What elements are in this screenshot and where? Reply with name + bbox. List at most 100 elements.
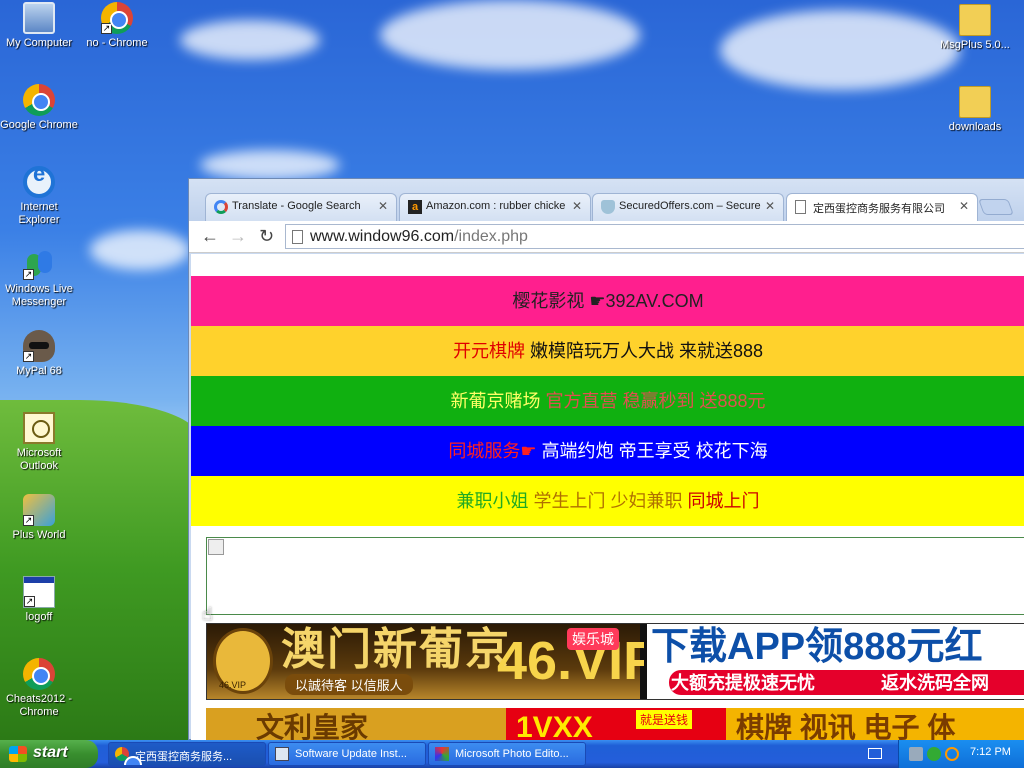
ad-white-panel: 下载APP领888元红 大额充提极速无忧 返水洗码全网 [644,624,1024,699]
forward-icon[interactable]: → [229,227,247,245]
desktop-icon-label: MyPal 68 [16,365,62,377]
desktop-icon-label: Cheats2012 - Chrome [5,693,73,718]
banner-link-sakura[interactable]: 樱花影视 ☛392AV.COM [191,276,1024,326]
chrome-icon [115,747,142,765]
back-icon[interactable]: ← [201,227,219,245]
chrome-icon: ↗ [101,2,133,34]
tab-active-page[interactable]: 定西蛋控商务服务有限公司 ✕ [786,193,978,222]
desktop-icon-no-chrome[interactable]: ↗ no - Chrome [78,2,156,50]
tab-strip: Translate - Google Search ✕ a Amazon.com… [189,179,1024,222]
shortcut-arrow-icon: ↗ [101,23,112,34]
ad2-brand: 文利皇家 [256,712,369,741]
browser-toolbar: ← → ↻ www.window96.com/index.php [189,221,1024,253]
folder-icon [959,86,991,118]
hand-cursor-icon: ☝ [202,604,213,624]
banner-text: 嫩模陪玩万人大战 来就送888 [529,341,764,361]
tab-securedoffers[interactable]: SecuredOffers.com – Secure ✕ [592,193,784,221]
ad-badge: 娱乐城 [567,628,619,650]
desktop-icon-internet-explorer[interactable]: Internet Explorer [0,166,78,227]
start-button[interactable]: start [0,740,98,768]
cloud [180,20,320,60]
reload-icon[interactable]: ↻ [259,227,274,245]
desktop-icon-label: Microsoft Outlook [16,447,62,472]
banner-text: 开元棋牌 [452,341,530,361]
ad2-left-panel: 文利皇家 [206,708,506,741]
close-tab-icon[interactable]: ✕ [378,199,388,213]
desktop-icon-label: Google Chrome [0,119,78,131]
desktop-icon-my-computer[interactable]: My Computer [0,2,78,50]
banner-link-local-service[interactable]: 同城服务☛ 高端约炮 帝王享受 校花下海 [191,426,1024,476]
folder-icon [959,4,991,36]
shortcut-arrow-icon: ↗ [24,596,35,607]
address-path: /index.php [454,228,528,245]
banner-link-casino[interactable]: 新葡京赌场 官方直营 稳赢秒到 送888元 [191,376,1024,426]
banner-link-parttime[interactable]: 兼职小姐 学生上门 少妇兼职 同城上门 [191,476,1024,526]
messenger-icon: ↗ [23,248,55,280]
amazon-icon: a [408,200,422,214]
taskbar-button-software-update[interactable]: Software Update Inst... [268,742,426,766]
plus-world-icon: ↗ [23,494,55,526]
taskbar-button-chrome[interactable]: 定西蛋控商务服务... [108,742,266,766]
shortcut-arrow-icon: ↗ [23,269,34,280]
browser-window: Translate - Google Search ✕ a Amazon.com… [188,178,1024,741]
shield-icon [601,200,615,214]
logoff-icon: ↗ [23,576,55,608]
banner-text: 同城服务☛ [448,441,542,461]
start-label: start [33,744,68,761]
banner-text: 兼职小姐 [456,491,534,511]
security-icon[interactable] [927,747,941,761]
desktop-icon-windows-live-messenger[interactable]: ↗ Windows Live Messenger [0,248,78,309]
desktop-icon-downloads[interactable]: downloads [936,86,1014,134]
search-icon[interactable] [945,747,959,761]
address-bar[interactable]: www.window96.com/index.php [285,224,1024,249]
tab-translate[interactable]: Translate - Google Search ✕ [205,193,397,221]
photo-editor-icon [435,747,449,761]
mypal-icon: ↗ [23,330,55,362]
desktop-icon-logoff[interactable]: ↗ logoff [0,576,78,624]
banner-text: 学生上门 少妇兼职 [533,491,688,511]
desktop-icon-cheats2012-chrome[interactable]: Cheats2012 - Chrome [0,658,78,719]
address-host: www.window96.com [310,228,455,245]
cloud [200,150,340,180]
desktop-icon-label: MsgPlus 5.0... [940,39,1010,51]
ad2-badge: 就是送钱 [636,710,693,729]
desktop-icon-label: downloads [948,121,1002,133]
broken-image-icon [208,539,224,555]
desktop-icon-label: Windows Live Messenger [5,283,73,308]
desktop-icon-msgplus[interactable]: MsgPlus 5.0... [936,4,1014,52]
close-tab-icon[interactable]: ✕ [959,199,969,213]
desktop-icon-microsoft-outlook[interactable]: Microsoft Outlook [0,412,78,473]
network-icon[interactable] [909,747,923,761]
banner-link-kaiyuan[interactable]: 开元棋牌 嫩模陪玩万人大战 来就送888 [191,326,1024,376]
clock[interactable]: 7:12 PM [970,746,1011,758]
desktop-icon-google-chrome[interactable]: Google Chrome [0,84,78,132]
desktop-icon-mypal[interactable]: ↗ MyPal 68 [0,330,78,378]
desktop-icon-plus-world[interactable]: ↗ Plus World [0,494,78,542]
ad-gold-panel: 46.VIP 澳门新葡京 46.VIP 娱乐城 以誠待客 以信服人 [207,624,659,699]
ad-logo-tag: 46.VIP [219,680,247,690]
ad2-red-panel: 1VXX [506,708,726,741]
ad-banner-royal[interactable]: 文利皇家 1VXX 就是送钱 棋牌 视讯 电子 体 [206,708,1024,741]
taskbar-button-label: 定西蛋控商务服务... [135,751,233,763]
banner-text: 同城上门 [687,491,760,511]
keyboard-icon[interactable] [868,748,882,759]
new-tab-button[interactable] [978,199,1014,215]
tab-amazon[interactable]: a Amazon.com : rubber chicke ✕ [399,193,591,221]
ad-right-offer: 返水洗码全网 [881,673,989,693]
shortcut-arrow-icon: ↗ [23,351,34,362]
close-tab-icon[interactable]: ✕ [765,199,775,213]
desktop-icon-label: My Computer [5,37,73,49]
page-icon [795,200,806,214]
close-tab-icon[interactable]: ✕ [572,199,582,213]
ad2-categories: 棋牌 视讯 电子 体 [736,712,956,741]
ad-brand: 澳门新葡京 [281,625,511,674]
taskbar-button-photo-editor[interactable]: Microsoft Photo Edito... [428,742,586,766]
taskbar-button-label: Microsoft Photo Edito... [455,748,569,760]
ad-banner-casino[interactable]: 46.VIP 澳门新葡京 46.VIP 娱乐城 以誠待客 以信服人 下载APP领… [206,623,1024,700]
broken-image[interactable] [206,537,1024,615]
chrome-icon [23,658,55,690]
cloud [720,10,960,90]
tab-label: 定西蛋控商务服务有限公司 [813,203,945,215]
desktop-icon-label: logoff [25,611,53,623]
taskbar: start 定西蛋控商务服务... Software Update Inst..… [0,740,1024,768]
